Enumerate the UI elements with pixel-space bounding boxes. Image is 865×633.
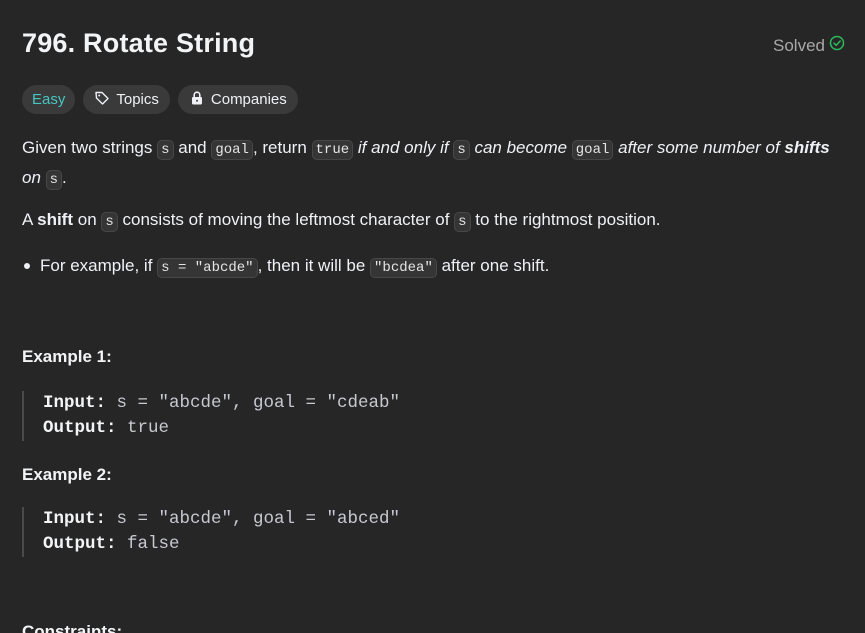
- inline-code: s: [45, 170, 63, 190]
- text: Given two strings: [22, 138, 158, 157]
- text: , return: [252, 138, 312, 157]
- description-paragraph-1: Given two strings s and goal, return tru…: [22, 134, 852, 194]
- bullet-text: For example, if s = "abcde", then it wil…: [40, 252, 549, 282]
- topics-label: Topics: [116, 91, 159, 108]
- example-1-title: Example 1:: [22, 347, 112, 366]
- text: after one shift.: [436, 256, 550, 275]
- example-2-title: Example 2:: [22, 465, 112, 484]
- companies-button[interactable]: Companies: [177, 85, 298, 114]
- text: and: [173, 138, 212, 157]
- text: consists of moving the leftmost characte…: [117, 210, 455, 229]
- text: on: [73, 210, 102, 229]
- italic-text: can become: [469, 138, 572, 157]
- italic-text: after some number of: [613, 138, 785, 157]
- example-1-output-line: Output: true: [43, 416, 743, 441]
- inline-code: s: [453, 140, 470, 160]
- text: A: [22, 210, 38, 229]
- example-1-input-line: Input: s = "abcde", goal = "cdeab": [43, 391, 743, 416]
- inline-code: goal: [571, 140, 614, 160]
- example-1-block: Input: s = "abcde", goal = "cdeab" Outpu…: [22, 391, 743, 441]
- lock-icon: [189, 90, 205, 110]
- companies-label: Companies: [210, 91, 287, 108]
- topics-button[interactable]: Topics: [83, 85, 170, 114]
- inline-code: s: [157, 140, 174, 160]
- example-2-output-line: Output: false: [43, 532, 743, 557]
- output-label: Output:: [43, 534, 117, 554]
- italic-text: if and only if: [353, 138, 454, 157]
- inline-code: s: [454, 212, 471, 232]
- text: .: [62, 168, 67, 187]
- difficulty-label: Easy: [32, 91, 66, 108]
- input-value: s = "abcde", goal = "cdeab": [106, 393, 401, 413]
- inline-code: s = "abcde": [157, 258, 258, 278]
- problem-title: 796. Rotate String: [22, 28, 256, 58]
- example-2-input-line: Input: s = "abcde", goal = "abced": [43, 507, 743, 532]
- difficulty-badge[interactable]: Easy: [22, 85, 76, 114]
- bold-italic-text: shifts: [784, 138, 830, 157]
- check-circle-icon: [829, 35, 845, 56]
- example-2-block: Input: s = "abcde", goal = "abced" Outpu…: [22, 507, 743, 557]
- input-label: Input:: [43, 393, 107, 413]
- text: For example, if: [40, 256, 158, 275]
- inline-code: s: [101, 212, 118, 232]
- output-value: false: [116, 534, 180, 554]
- inline-code: true: [311, 140, 354, 160]
- tag-row: Easy Topics Companies: [22, 85, 298, 114]
- output-value: true: [116, 418, 170, 438]
- italic-text: on: [22, 168, 46, 187]
- text: , then it will be: [257, 256, 371, 275]
- inline-code: goal: [211, 140, 253, 160]
- problem-description-panel: 796. Rotate String Solved Easy Topics Co…: [0, 0, 865, 633]
- description-paragraph-2: A shift on s consists of moving the left…: [22, 206, 852, 236]
- bullet-dot: [24, 263, 30, 269]
- text: to the rightmost position.: [470, 210, 661, 229]
- tag-icon: [94, 90, 110, 110]
- solved-label: Solved: [773, 35, 825, 55]
- input-value: s = "abcde", goal = "abced": [106, 509, 401, 529]
- bold-text: shift: [37, 210, 74, 229]
- inline-code: "bcdea": [370, 258, 437, 278]
- output-label: Output:: [43, 418, 117, 438]
- constraints-title: Constraints:: [22, 622, 123, 633]
- input-label: Input:: [43, 509, 107, 529]
- bullet-item: For example, if s = "abcde", then it wil…: [22, 252, 549, 282]
- solved-status: Solved: [773, 35, 845, 56]
